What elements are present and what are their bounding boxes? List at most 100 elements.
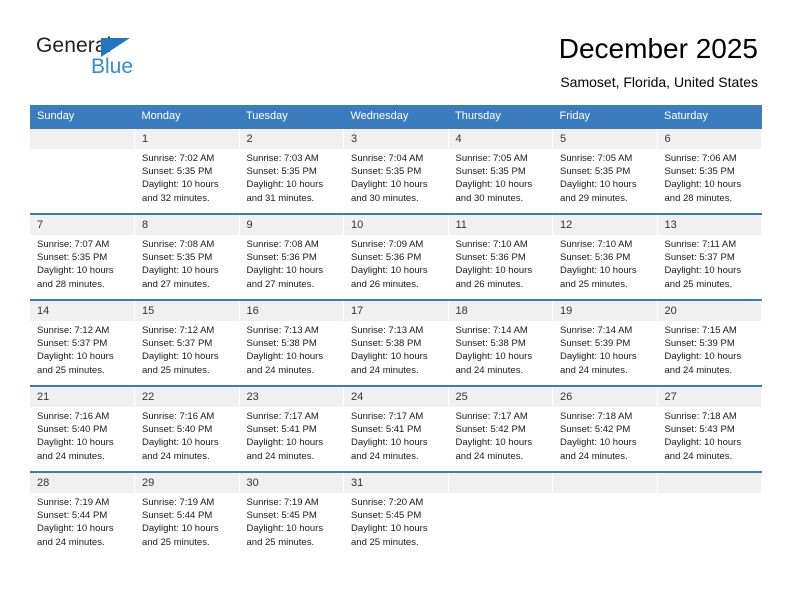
calendar-day-cell[interactable]: 19 Sunrise: 7:14 AM Sunset: 5:39 PM Dayligh… xyxy=(552,299,658,386)
day-detail-daylight1: Daylight: 10 hours xyxy=(560,179,637,191)
day-detail-daylight2: and 26 minutes. xyxy=(455,278,524,290)
calendar-day-cell[interactable]: 6 Sunrise: 7:06 AM Sunset: 5:35 PM Daylight… xyxy=(657,127,762,214)
day-detail-daylight1: Daylight: 10 hours xyxy=(351,523,428,535)
day-detail-daylight1: Daylight: 10 hours xyxy=(664,179,742,191)
calendar-day-cell[interactable]: 24 Sunrise: 7:17 AM Sunset: 5:41 PM Dayligh… xyxy=(343,385,449,472)
calendar-day-cell[interactable]: 16 Sunrise: 7:13 AM Sunset: 5:38 PM Dayligh… xyxy=(239,299,344,386)
calendar-day-cell[interactable]: 3 Sunrise: 7:04 AM Sunset: 5:35 PM Daylight… xyxy=(343,127,449,214)
calendar-day-cell[interactable]: 10 Sunrise: 7:09 AM Sunset: 5:36 PM Dayligh… xyxy=(343,213,449,300)
day-detail-daylight2: and 28 minutes. xyxy=(37,278,105,290)
day-details: Sunrise: 7:17 AM Sunset: 5:42 PM Daylight:… xyxy=(449,407,552,463)
day-number: 3 xyxy=(344,130,448,149)
day-details: Sunrise: 7:16 AM Sunset: 5:40 PM Daylight:… xyxy=(30,407,134,463)
calendar-day-cell[interactable]: 11 Sunrise: 7:10 AM Sunset: 5:36 PM Dayligh… xyxy=(448,213,553,300)
calendar-day-cell[interactable]: 20 Sunrise: 7:15 AM Sunset: 5:39 PM Dayligh… xyxy=(657,299,762,386)
day-detail-sunset: Sunset: 5:41 PM xyxy=(351,424,422,436)
day-detail-sunrise: Sunrise: 7:13 AM xyxy=(246,325,319,336)
calendar-day-cell[interactable]: 18 Sunrise: 7:14 AM Sunset: 5:38 PM Dayligh… xyxy=(448,299,553,386)
calendar-day-cell[interactable]: 15 Sunrise: 7:12 AM Sunset: 5:37 PM Dayligh… xyxy=(134,299,240,386)
day-detail-sunrise: Sunrise: 7:14 AM xyxy=(560,325,633,336)
calendar-day-cell[interactable]: 25 Sunrise: 7:17 AM Sunset: 5:42 PM Dayligh… xyxy=(448,385,553,472)
day-detail-sunrise: Sunrise: 7:09 AM xyxy=(351,239,424,250)
day-number: 10 xyxy=(344,216,448,235)
calendar-day-cell[interactable]: 2 Sunrise: 7:03 AM Sunset: 5:35 PM Daylight… xyxy=(239,127,344,214)
day-detail-sunset: Sunset: 5:36 PM xyxy=(455,252,526,264)
day-detail-sunrise: Sunrise: 7:20 AM xyxy=(351,497,424,508)
calendar-day-cell[interactable]: 7 Sunrise: 7:07 AM Sunset: 5:35 PM Daylight… xyxy=(30,213,135,300)
calendar-day-cell[interactable]: 26 Sunrise: 7:18 AM Sunset: 5:42 PM Dayligh… xyxy=(552,385,658,472)
day-detail-daylight2: and 32 minutes. xyxy=(142,192,210,204)
day-detail-daylight1: Daylight: 10 hours xyxy=(246,179,324,191)
calendar-week-row: 21 Sunrise: 7:16 AM Sunset: 5:40 PM Dayligh… xyxy=(30,385,762,472)
day-number: 7 xyxy=(30,216,134,235)
day-detail-sunset: Sunset: 5:39 PM xyxy=(560,338,631,350)
calendar-day-cell[interactable]: 31 Sunrise: 7:20 AM Sunset: 5:45 PM Dayligh… xyxy=(343,471,449,557)
day-detail-daylight2: and 25 minutes. xyxy=(664,278,733,290)
general-blue-logo[interactable]: General Blue xyxy=(34,32,214,88)
day-detail-sunrise: Sunrise: 7:15 AM xyxy=(664,325,737,336)
calendar-day-cell[interactable]: 28 Sunrise: 7:19 AM Sunset: 5:44 PM Dayligh… xyxy=(30,471,135,557)
calendar-empty-cell xyxy=(552,471,658,557)
calendar-day-cell[interactable]: 27 Sunrise: 7:18 AM Sunset: 5:43 PM Dayligh… xyxy=(657,385,762,472)
day-detail-sunset: Sunset: 5:38 PM xyxy=(351,338,422,350)
day-detail-daylight1: Daylight: 10 hours xyxy=(37,437,114,449)
day-detail-daylight2: and 24 minutes. xyxy=(37,536,105,548)
calendar-day-cell[interactable]: 14 Sunrise: 7:12 AM Sunset: 5:37 PM Dayligh… xyxy=(30,299,135,386)
day-detail-daylight2: and 25 minutes. xyxy=(37,364,105,376)
day-details: Sunrise: 7:10 AM Sunset: 5:36 PM Daylight:… xyxy=(449,235,552,291)
day-detail-daylight2: and 24 minutes. xyxy=(142,450,210,462)
day-detail-sunset: Sunset: 5:35 PM xyxy=(142,166,213,178)
calendar-day-cell[interactable]: 9 Sunrise: 7:08 AM Sunset: 5:36 PM Daylight… xyxy=(239,213,344,300)
day-detail-sunset: Sunset: 5:35 PM xyxy=(560,166,631,178)
weekday-header-tuesday: Tuesday xyxy=(239,105,344,128)
day-number: 11 xyxy=(448,216,552,235)
day-number xyxy=(448,474,552,493)
calendar-day-cell[interactable]: 13 Sunrise: 7:11 AM Sunset: 5:37 PM Dayligh… xyxy=(657,213,762,300)
calendar-day-cell[interactable]: 23 Sunrise: 7:17 AM Sunset: 5:41 PM Dayligh… xyxy=(239,385,344,472)
calendar-day-cell[interactable]: 30 Sunrise: 7:19 AM Sunset: 5:45 PM Dayligh… xyxy=(239,471,344,557)
day-detail-sunset: Sunset: 5:44 PM xyxy=(37,510,108,522)
calendar-day-cell[interactable]: 21 Sunrise: 7:16 AM Sunset: 5:40 PM Dayligh… xyxy=(30,385,135,472)
calendar-day-cell[interactable]: 4 Sunrise: 7:05 AM Sunset: 5:35 PM Daylight… xyxy=(448,127,553,214)
calendar-day-cell[interactable]: 17 Sunrise: 7:13 AM Sunset: 5:38 PM Dayligh… xyxy=(343,299,449,386)
day-number: 2 xyxy=(239,130,343,149)
calendar-day-cell[interactable]: 1 Sunrise: 7:02 AM Sunset: 5:35 PM Daylight… xyxy=(134,127,240,214)
day-detail-sunrise: Sunrise: 7:10 AM xyxy=(455,239,528,250)
day-detail-daylight1: Daylight: 10 hours xyxy=(560,265,637,277)
weekday-header-friday: Friday xyxy=(552,105,657,128)
day-detail-sunset: Sunset: 5:42 PM xyxy=(560,424,631,436)
day-detail-daylight1: Daylight: 10 hours xyxy=(246,523,324,535)
calendar-day-cell[interactable]: 5 Sunrise: 7:05 AM Sunset: 5:35 PM Daylight… xyxy=(552,127,658,214)
day-details: Sunrise: 7:09 AM Sunset: 5:36 PM Daylight:… xyxy=(344,235,447,291)
day-details: Sunrise: 7:17 AM Sunset: 5:41 PM Daylight:… xyxy=(240,407,343,463)
calendar-day-cell[interactable]: 8 Sunrise: 7:08 AM Sunset: 5:35 PM Daylight… xyxy=(134,213,240,300)
day-number xyxy=(553,474,657,493)
day-detail-sunrise: Sunrise: 7:13 AM xyxy=(351,325,424,336)
calendar-body: 1 Sunrise: 7:02 AM Sunset: 5:35 PM Daylight… xyxy=(30,127,762,557)
day-detail-sunset: Sunset: 5:38 PM xyxy=(246,338,317,350)
day-number: 21 xyxy=(30,388,134,407)
day-detail-daylight2: and 24 minutes. xyxy=(351,450,419,462)
day-details: Sunrise: 7:11 AM Sunset: 5:37 PM Daylight:… xyxy=(658,235,761,291)
day-detail-sunset: Sunset: 5:36 PM xyxy=(560,252,631,264)
day-detail-daylight1: Daylight: 10 hours xyxy=(455,437,533,449)
day-detail-sunrise: Sunrise: 7:08 AM xyxy=(246,239,319,250)
day-number: 18 xyxy=(448,302,552,321)
day-detail-daylight1: Daylight: 10 hours xyxy=(664,265,742,277)
day-details: Sunrise: 7:05 AM Sunset: 5:35 PM Daylight:… xyxy=(553,149,656,205)
day-details: Sunrise: 7:14 AM Sunset: 5:39 PM Daylight:… xyxy=(553,321,656,377)
day-details: Sunrise: 7:19 AM Sunset: 5:44 PM Daylight:… xyxy=(30,493,134,549)
day-detail-sunset: Sunset: 5:35 PM xyxy=(246,166,317,178)
day-detail-sunrise: Sunrise: 7:04 AM xyxy=(351,153,424,164)
calendar-day-cell[interactable]: 22 Sunrise: 7:16 AM Sunset: 5:40 PM Dayligh… xyxy=(134,385,240,472)
day-details: Sunrise: 7:19 AM Sunset: 5:44 PM Daylight:… xyxy=(135,493,238,549)
day-detail-sunrise: Sunrise: 7:12 AM xyxy=(142,325,215,336)
day-detail-daylight2: and 24 minutes. xyxy=(246,450,315,462)
calendar-empty-cell xyxy=(448,471,553,557)
calendar-day-cell[interactable]: 29 Sunrise: 7:19 AM Sunset: 5:44 PM Dayligh… xyxy=(134,471,240,557)
calendar-day-cell[interactable]: 12 Sunrise: 7:10 AM Sunset: 5:36 PM Dayligh… xyxy=(552,213,658,300)
day-detail-sunset: Sunset: 5:43 PM xyxy=(664,424,735,436)
day-detail-sunset: Sunset: 5:35 PM xyxy=(37,252,108,264)
day-details: Sunrise: 7:03 AM Sunset: 5:35 PM Daylight:… xyxy=(240,149,343,205)
day-detail-daylight1: Daylight: 10 hours xyxy=(664,437,742,449)
